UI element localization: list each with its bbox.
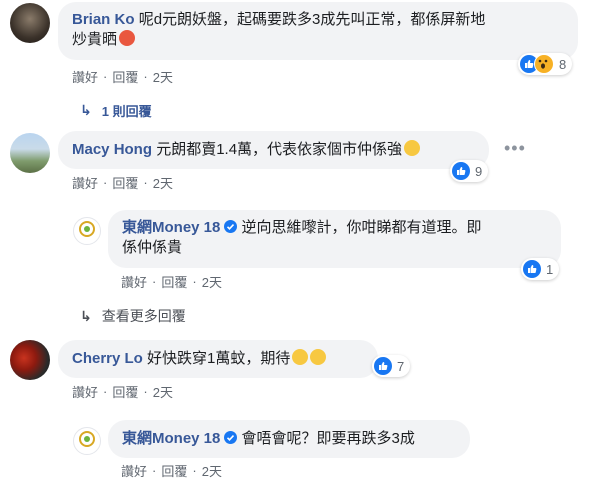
comment-actions: 讚好 · 回覆 · 2天 <box>72 382 173 401</box>
laugh-emoji-icon <box>292 349 309 365</box>
angry-emoji-icon <box>119 30 136 46</box>
comment-author[interactable]: Cherry Lo <box>72 350 143 367</box>
reaction-number: 7 <box>397 358 405 374</box>
timestamp[interactable]: 2天 <box>153 382 173 401</box>
reaction-count[interactable]: 1 <box>521 258 560 280</box>
comment-bubble: Brian Ko 呢d元朗妖盤，起碼要跌多3成先叫正常，都係屏新地 炒貴晒 <box>58 2 578 60</box>
reply-arrow-icon: ↳ <box>80 102 92 118</box>
separator: · <box>192 274 197 289</box>
comment-author[interactable]: Macy Hong <box>72 141 152 158</box>
money18-logo <box>79 431 95 447</box>
separator: · <box>192 463 197 478</box>
timestamp[interactable]: 2天 <box>202 461 222 480</box>
reaction-number: 9 <box>475 163 483 179</box>
comment-text: 會唔會呢？即要再跌多3成 <box>241 430 415 447</box>
wow-icon <box>534 54 554 74</box>
reaction-count[interactable]: 8 <box>518 53 573 75</box>
reply-arrow-icon: ↳ <box>80 307 92 324</box>
separator: · <box>103 175 108 190</box>
comment-author[interactable]: 東網Money 18 <box>122 430 220 447</box>
reply-button[interactable]: 回覆 <box>161 461 187 480</box>
comment-text: 元朗都賣1.4萬，代表依家個市仲係強 <box>156 141 403 158</box>
comment-actions: 讚好 · 回覆 · 2天 <box>72 67 173 86</box>
separator: · <box>143 69 148 84</box>
laugh-emoji-icon <box>310 349 327 365</box>
reply-actions: 讚好 · 回覆 · 2天 <box>121 461 222 480</box>
comment-bubble: Macy Hong 元朗都賣1.4萬，代表依家個市仲係強 <box>58 131 489 169</box>
avatar[interactable] <box>10 340 50 380</box>
comment-author[interactable]: Brian Ko <box>72 11 135 28</box>
reply-button[interactable]: 回覆 <box>112 67 138 86</box>
reaction-count[interactable]: 9 <box>450 160 489 182</box>
grin-emoji-icon <box>404 140 421 156</box>
verified-icon <box>224 220 238 233</box>
comment-text: 呢d元朗妖盤，起碼要跌多3成先叫正常，都係屏新地 <box>138 11 486 28</box>
like-button[interactable]: 讚好 <box>121 272 147 291</box>
like-icon <box>523 260 541 278</box>
like-button[interactable]: 讚好 <box>72 67 98 86</box>
page-logo-avatar[interactable] <box>73 427 101 455</box>
like-button[interactable]: 讚好 <box>121 461 147 480</box>
comment-bubble: Cherry Lo 好快跌穿1萬蚊，期待 <box>58 340 378 378</box>
replies-count-label: 1 則回覆 <box>101 104 152 119</box>
view-more-replies-link[interactable]: ↳ 查看更多回覆 <box>80 306 186 326</box>
view-replies-link[interactable]: ↳ 1 則回覆 <box>80 101 152 120</box>
reply-button[interactable]: 回覆 <box>112 382 138 401</box>
comment-actions: 讚好 · 回覆 · 2天 <box>72 173 173 192</box>
reply-button[interactable]: 回覆 <box>112 173 138 192</box>
page-logo-avatar[interactable] <box>73 217 101 245</box>
like-button[interactable]: 讚好 <box>72 173 98 192</box>
like-icon <box>374 357 392 375</box>
more-replies-label: 查看更多回覆 <box>101 308 186 324</box>
comment-author[interactable]: 東網Money 18 <box>122 219 220 236</box>
verified-icon <box>224 431 238 444</box>
comment-text: 逆向思維嚟計，你咁睇都有道理。即 <box>241 219 482 236</box>
avatar[interactable] <box>10 3 50 43</box>
separator: · <box>152 274 157 289</box>
separator: · <box>103 69 108 84</box>
like-button[interactable]: 讚好 <box>72 382 98 401</box>
reaction-number: 8 <box>559 56 567 72</box>
separator: · <box>152 463 157 478</box>
avatar[interactable] <box>10 133 50 173</box>
reply-actions: 讚好 · 回覆 · 2天 <box>121 272 222 291</box>
comment-text: 炒貴晒 <box>72 31 118 48</box>
separator: · <box>103 384 108 399</box>
money18-logo <box>79 221 95 237</box>
reply-bubble: 東網Money 18 逆向思維嚟計，你咁睇都有道理。即 係仲係貴 <box>108 210 561 268</box>
reply-button[interactable]: 回覆 <box>161 272 187 291</box>
like-icon <box>452 162 470 180</box>
timestamp[interactable]: 2天 <box>153 67 173 86</box>
comment-text: 好快跌穿1萬蚊，期待 <box>147 350 291 367</box>
reaction-count[interactable]: 7 <box>372 355 411 377</box>
more-options-icon[interactable]: ••• <box>504 138 526 159</box>
reaction-number: 1 <box>546 261 554 277</box>
reply-bubble: 東網Money 18 會唔會呢？即要再跌多3成 <box>108 420 470 458</box>
comment-text: 係仲係貴 <box>122 239 183 256</box>
timestamp[interactable]: 2天 <box>202 272 222 291</box>
separator: · <box>143 175 148 190</box>
separator: · <box>143 384 148 399</box>
timestamp[interactable]: 2天 <box>153 173 173 192</box>
